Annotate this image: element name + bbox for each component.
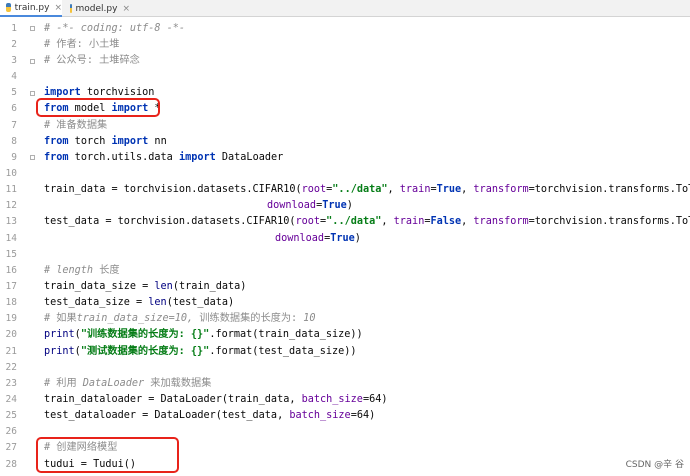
fold-marker-icon[interactable] [30,155,35,160]
line-number: 7 [11,120,17,131]
line-number: 21 [5,346,17,357]
code-line-3: # 公众号: 土堆碎念 [44,55,140,66]
line-number: 1 [11,23,17,34]
line-number: 14 [5,233,17,244]
editor-tab-bar: train.py × model.py × [0,0,690,17]
fold-marker-icon[interactable] [30,59,35,64]
tab-label: train.py [14,2,50,13]
line-number: 20 [5,329,17,340]
line-number: 15 [5,249,17,260]
line-number: 6 [11,103,17,114]
line-number: 8 [11,136,17,147]
code-line-24: train_dataloader = DataLoader(train_data… [44,394,388,405]
code-line-17: train_data_size = len(train_data) [44,281,247,292]
line-number: 4 [11,71,17,82]
code-area[interactable]: # -*- coding: utf-8 -*- # 作者: 小土堆 # 公众号:… [44,17,690,476]
fold-marker-icon[interactable] [30,91,35,96]
line-number: 16 [5,265,17,276]
line-number: 5 [11,87,17,98]
line-number: 27 [5,442,17,453]
highlight-box-import [36,98,160,117]
line-number: 10 [5,168,17,179]
code-line-13: test_data = torchvision.datasets.CIFAR10… [44,216,690,227]
code-line-2: # 作者: 小土堆 [44,39,120,50]
line-number: 19 [5,313,17,324]
code-editor-window: train.py × model.py × 1 2 3 4 5 6 7 8 9 10 11 12 13 1… [0,0,690,476]
watermark: CSDN @辛 谷 [625,460,684,470]
code-line-14: download=True) [275,233,361,244]
line-number: 12 [5,200,17,211]
code-line-9: from torch.utils.data import DataLoader [44,152,284,163]
line-number: 17 [5,281,17,292]
line-number: 24 [5,394,17,405]
highlight-box-model [36,437,179,473]
code-line-8: from torch import nn [44,136,167,147]
line-number: 11 [5,184,17,195]
code-line-12: download=True) [267,200,353,211]
close-icon[interactable]: × [54,3,62,13]
line-number: 23 [5,378,17,389]
line-number: 13 [5,216,17,227]
line-number: 26 [5,426,17,437]
code-line-19: # 如果train_data_size=10, 训练数据集的长度为: 10 [44,313,316,324]
fold-marker-icon[interactable] [30,26,35,31]
code-line-25: test_dataloader = DataLoader(test_data, … [44,410,376,421]
code-line-23: # 利用 DataLoader 来加载数据集 [44,378,212,389]
code-line-18: test_data_size = len(test_data) [44,297,235,308]
code-line-7: # 准备数据集 [44,120,108,131]
line-number: 22 [5,362,17,373]
tab-label: model.py [75,3,118,14]
line-number: 9 [11,152,17,163]
line-number: 25 [5,410,17,421]
python-file-icon [6,3,11,12]
code-line-20: print("训练数据集的长度为: {}".format(train_data_… [44,329,363,340]
tab-train-py[interactable]: train.py × [0,0,62,17]
code-line-1: # -*- coding: utf-8 -*- [44,23,186,34]
tab-model-py[interactable]: model.py × [64,0,130,17]
line-number: 28 [5,459,17,470]
python-file-icon [70,4,72,13]
code-line-11: train_data = torchvision.datasets.CIFAR1… [44,184,690,195]
line-number-gutter: 1 2 3 4 5 6 7 8 9 10 11 12 13 14 15 16 17 18 19 20 21 22 23 24 2… [0,17,34,476]
line-number: 18 [5,297,17,308]
line-number: 3 [11,55,17,66]
code-line-21: print("测试数据集的长度为: {}".format(test_data_s… [44,346,357,357]
code-line-16: # length 长度 [44,265,120,276]
close-icon[interactable]: × [122,4,130,14]
line-number: 2 [11,39,17,50]
